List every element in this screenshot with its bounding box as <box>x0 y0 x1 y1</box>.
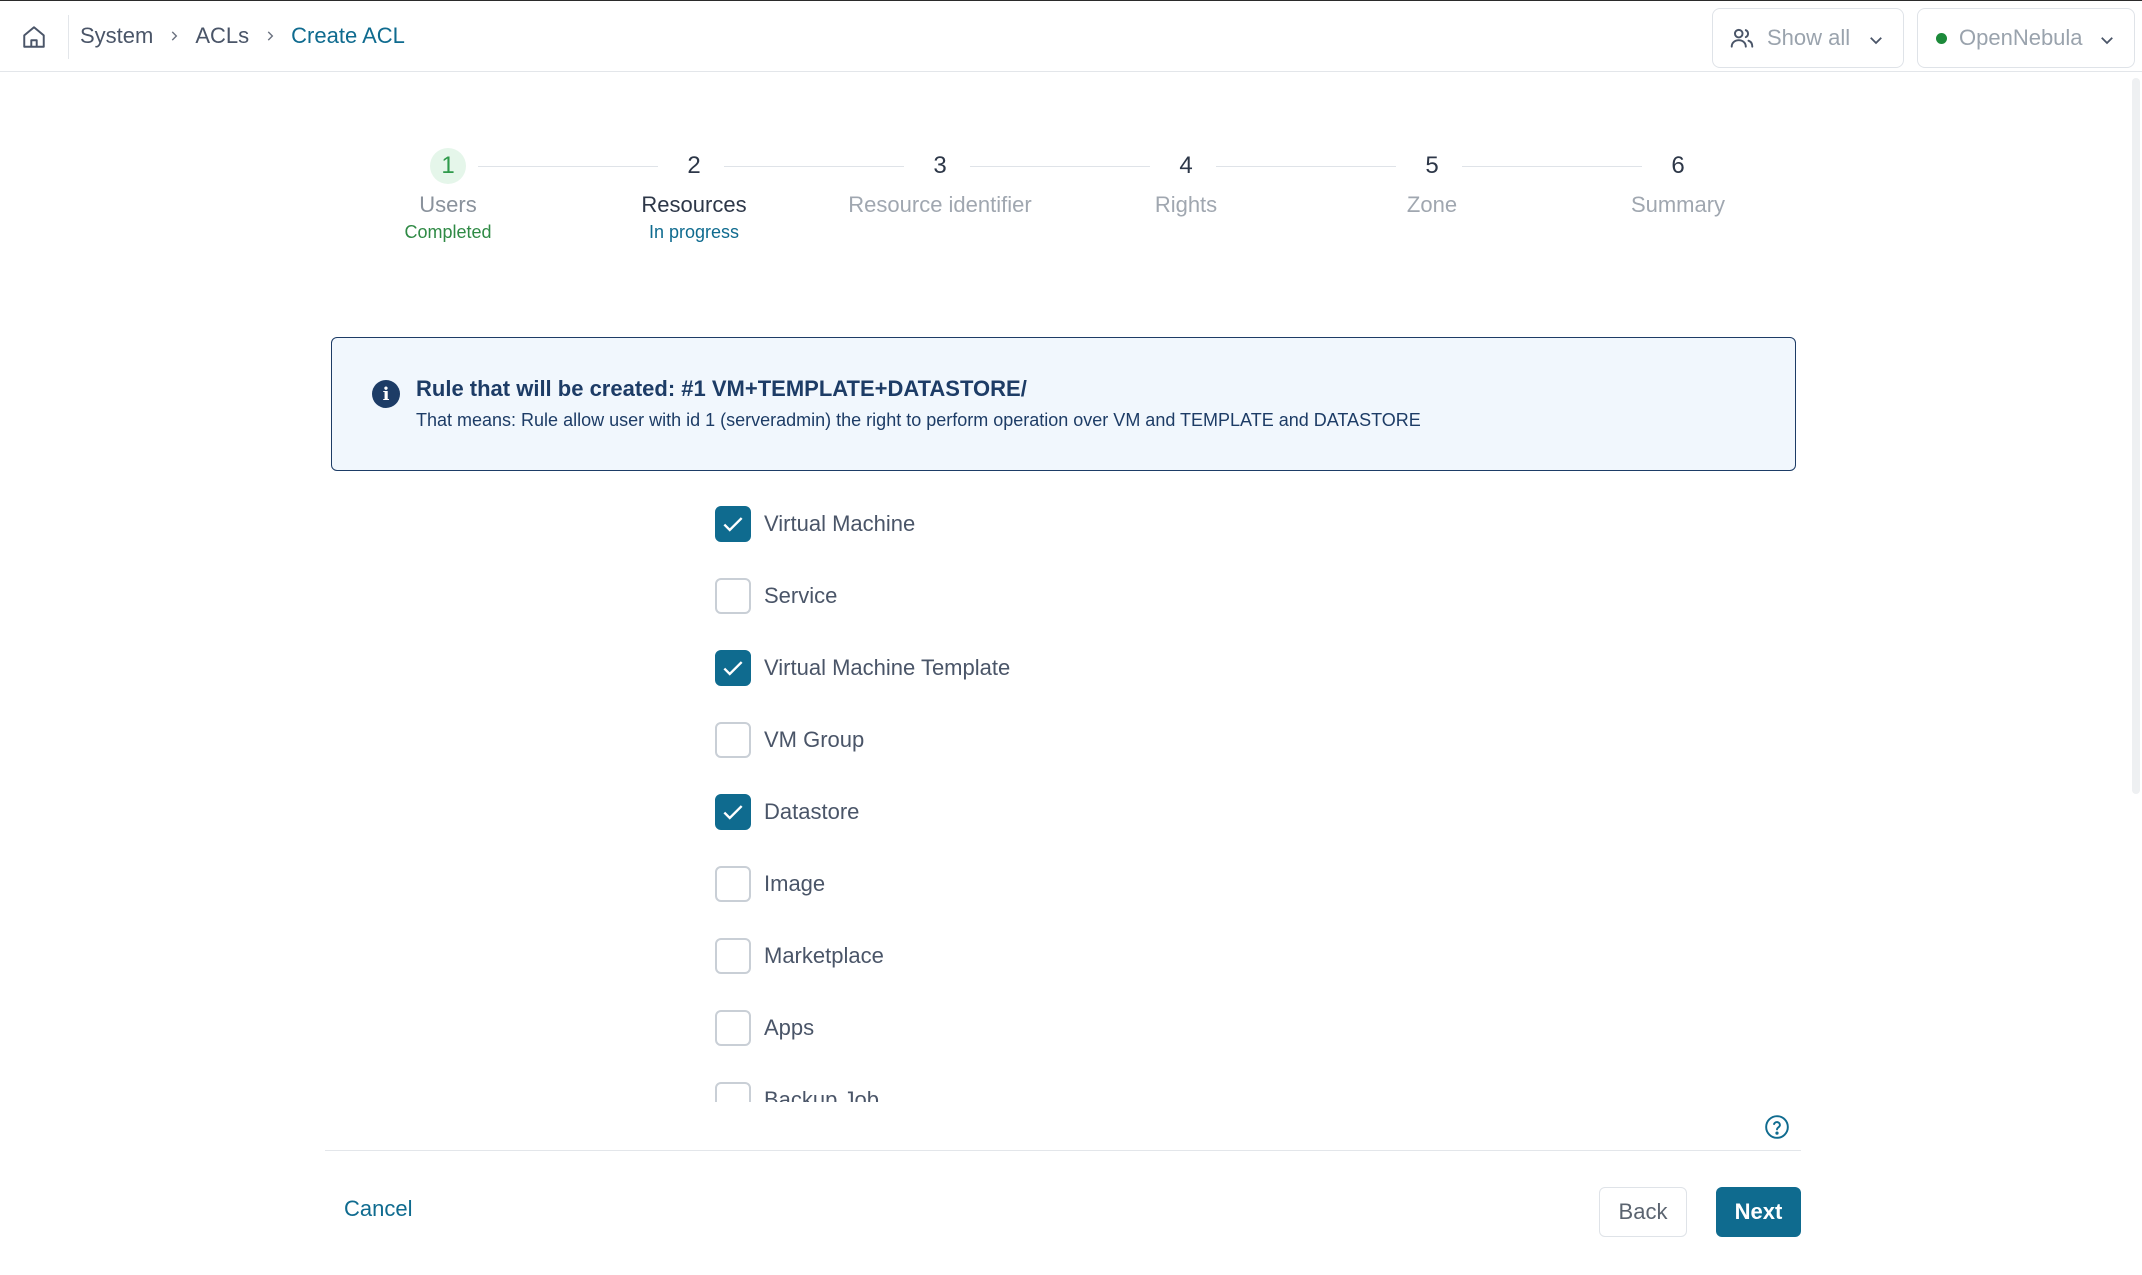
checkbox[interactable] <box>715 1010 751 1046</box>
next-button[interactable]: Next <box>1716 1187 1801 1237</box>
resource-checkbox-apps[interactable]: Apps <box>715 1008 814 1048</box>
info-icon: i <box>372 380 400 408</box>
step-number: 5 <box>1425 152 1439 179</box>
step-users[interactable]: 1 Users Completed <box>338 148 558 243</box>
checkbox[interactable] <box>715 578 751 614</box>
breadcrumb-acls[interactable]: ACLs <box>195 23 249 49</box>
checkbox-label: Apps <box>764 1015 815 1040</box>
zone-selector-button[interactable]: OpenNebula <box>1917 8 2135 68</box>
checkbox[interactable] <box>715 938 751 974</box>
checkbox-label: Virtual Machine <box>764 511 916 536</box>
breadcrumb-system[interactable]: System <box>80 23 153 49</box>
home-icon <box>23 26 45 48</box>
checkbox[interactable] <box>715 506 751 542</box>
wizard-stepper: 1 Users Completed 2 Resources In progres… <box>330 148 1726 248</box>
checkbox[interactable] <box>715 1082 751 1102</box>
resource-checkbox-backup-job[interactable]: Backup Job <box>715 1080 879 1102</box>
step-number: 6 <box>1671 152 1685 179</box>
checkbox-label: Virtual Machine Template <box>764 655 1011 680</box>
checkbox-label: Image <box>764 871 826 896</box>
check-icon <box>723 517 743 532</box>
step-summary[interactable]: 6 Summary <box>1568 148 1788 218</box>
checkbox[interactable] <box>715 794 751 830</box>
step-label: Users <box>419 192 477 217</box>
chevron-right-icon <box>263 29 277 43</box>
step-label: Resources <box>641 192 747 217</box>
chevron-down-icon <box>2101 37 2113 45</box>
page-scrollbar[interactable] <box>2132 78 2140 794</box>
step-status: Completed <box>404 222 492 242</box>
step-rights[interactable]: 4 Rights <box>1076 148 1296 218</box>
checkbox-label: VM Group <box>764 727 865 752</box>
footer-divider <box>325 1150 1801 1151</box>
help-icon[interactable] <box>1764 1114 1790 1140</box>
checkbox[interactable] <box>715 650 751 686</box>
checkbox-label: Datastore <box>764 799 860 824</box>
resource-checkbox-virtual-machine[interactable]: Virtual Machine <box>715 504 915 544</box>
users-filter-button[interactable]: Show all <box>1712 8 1904 68</box>
checkbox[interactable] <box>715 866 751 902</box>
step-label: Summary <box>1630 192 1726 217</box>
top-bar: System ACLs Create ACL Show all OpenNebu… <box>0 0 2142 72</box>
step-resources[interactable]: 2 Resources In progress <box>584 148 804 243</box>
checkbox-label: Service <box>764 583 838 608</box>
step-resource-identifier[interactable]: 3 Resource identifier <box>830 148 1050 218</box>
resources-checkbox-list[interactable]: Virtual Machine Service Virtual Machine … <box>712 488 1412 1102</box>
step-zone[interactable]: 5 Zone <box>1322 148 1542 218</box>
resource-checkbox-vm-group[interactable]: VM Group <box>715 720 864 760</box>
step-number: 2 <box>687 152 701 179</box>
step-number: 1 <box>430 148 466 184</box>
checkbox[interactable] <box>715 722 751 758</box>
chevron-down-icon <box>1870 37 1882 45</box>
users-icon <box>1730 28 1754 48</box>
rule-info-text: That means: Rule allow user with id 1 (s… <box>416 410 1421 430</box>
check-icon <box>723 805 743 820</box>
breadcrumb: System ACLs Create ACL <box>80 23 405 49</box>
resource-checkbox-vm-template[interactable]: Virtual Machine Template <box>715 648 1010 688</box>
users-filter-label: Show all <box>1767 25 1851 50</box>
rule-info-title: Rule that will be created: #1 VM+TEMPLAT… <box>416 376 1027 401</box>
resource-checkbox-service[interactable]: Service <box>715 576 837 616</box>
zone-status-dot <box>1936 32 1947 44</box>
header-divider <box>68 15 69 59</box>
step-label: Zone <box>1406 192 1458 217</box>
home-button[interactable] <box>18 21 50 53</box>
back-button[interactable]: Back <box>1599 1187 1687 1237</box>
breadcrumb-create-acl: Create ACL <box>291 23 405 48</box>
step-status: In progress <box>648 222 740 242</box>
zone-label: OpenNebula <box>1959 25 2083 50</box>
checkbox-label: Marketplace <box>764 943 884 968</box>
chevron-right-icon <box>167 29 181 43</box>
resource-checkbox-datastore[interactable]: Datastore <box>715 792 859 832</box>
check-icon <box>723 661 743 676</box>
step-label: Resource identifier <box>848 192 1032 217</box>
cancel-button[interactable]: Cancel <box>344 1196 412 1222</box>
rule-info-alert: i Rule that will be created: #1 VM+TEMPL… <box>331 337 1796 471</box>
checkbox-label: Backup Job <box>764 1087 879 1102</box>
resource-checkbox-image[interactable]: Image <box>715 864 825 904</box>
step-number: 4 <box>1179 152 1193 179</box>
resource-checkbox-marketplace[interactable]: Marketplace <box>715 936 884 976</box>
step-number: 3 <box>933 152 947 179</box>
step-label: Rights <box>1154 192 1218 217</box>
